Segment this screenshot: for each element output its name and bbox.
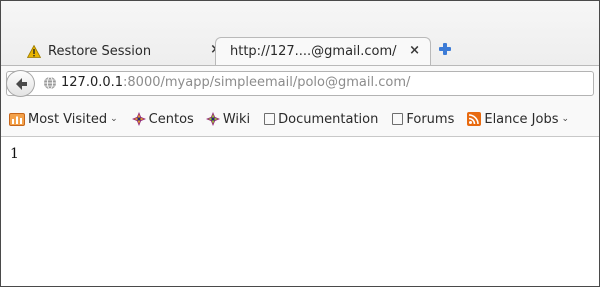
globe-icon bbox=[44, 76, 56, 90]
bookmark-elance-jobs[interactable]: Elance Jobs ⌄ bbox=[467, 109, 569, 129]
most-visited-icon bbox=[9, 113, 25, 126]
rss-icon bbox=[467, 112, 482, 126]
tab-label: http://127....@gmail.com/ bbox=[230, 44, 397, 59]
url-path: :8000/myapp/simpleemail/polo@gmail.com/ bbox=[123, 75, 411, 90]
bookmark-label: Wiki bbox=[222, 111, 251, 127]
tab-restore-session[interactable]: Restore Session × bbox=[15, 37, 223, 65]
address-bar[interactable]: 127.0.0.1:8000/myapp/simpleemail/polo@gm… bbox=[6, 70, 594, 97]
url-host: 127.0.0.1 bbox=[61, 75, 124, 90]
bookmark-documentation[interactable]: Documentation bbox=[264, 109, 378, 129]
tab-close-icon[interactable]: × bbox=[409, 44, 420, 58]
chevron-down-icon: ⌄ bbox=[561, 114, 570, 124]
page-icon bbox=[392, 113, 404, 125]
navigation-bar: 127.0.0.1:8000/myapp/simpleemail/polo@gm… bbox=[1, 65, 599, 102]
tab-strip: Restore Session × http://127....@gmail.c… bbox=[1, 1, 599, 65]
bookmark-most-visited[interactable]: Most Visited ⌄ bbox=[9, 109, 118, 129]
tab-label: Restore Session bbox=[48, 43, 152, 59]
new-tab-plus-icon[interactable] bbox=[437, 41, 453, 57]
bookmark-label: Documentation bbox=[278, 111, 379, 127]
centos-icon bbox=[205, 112, 220, 126]
bookmarks-toolbar: Most Visited ⌄ Centos Wiki Documentation bbox=[1, 102, 599, 137]
bookmark-forums[interactable]: Forums bbox=[392, 109, 454, 129]
warning-icon bbox=[27, 44, 41, 58]
bookmark-wiki[interactable]: Wiki bbox=[205, 109, 251, 129]
back-button[interactable] bbox=[6, 70, 35, 97]
page-content: 1 bbox=[1, 137, 599, 286]
bookmark-label: Forums bbox=[406, 111, 455, 127]
tab-active-page[interactable]: http://127....@gmail.com/ × bbox=[215, 37, 431, 65]
bookmark-label: Most Visited bbox=[28, 111, 108, 127]
bookmark-label: Elance Jobs bbox=[484, 111, 559, 127]
page-output-text: 1 bbox=[10, 146, 19, 162]
page-icon bbox=[264, 113, 276, 125]
bookmark-centos[interactable]: Centos bbox=[131, 109, 194, 129]
back-arrow-icon bbox=[16, 78, 27, 90]
bookmark-label: Centos bbox=[148, 111, 194, 127]
chevron-down-icon: ⌄ bbox=[110, 114, 118, 124]
browser-window: Restore Session × http://127....@gmail.c… bbox=[0, 0, 600, 287]
centos-icon bbox=[131, 112, 146, 126]
url-text[interactable]: 127.0.0.1:8000/myapp/simpleemail/polo@gm… bbox=[61, 75, 410, 90]
